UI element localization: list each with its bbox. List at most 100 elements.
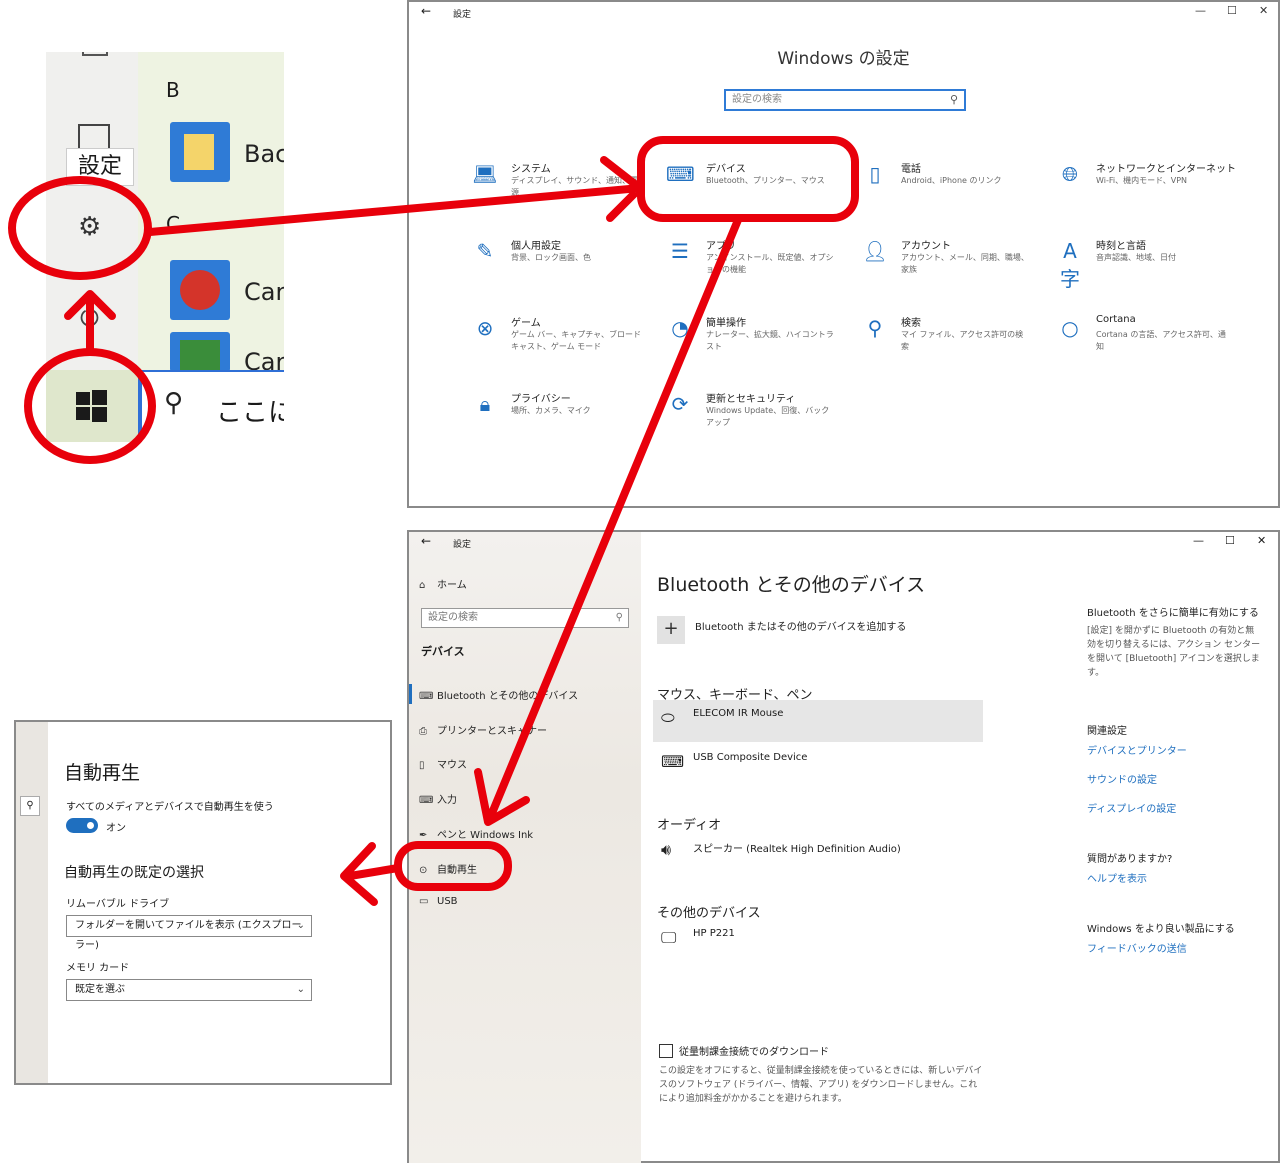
back-arrow-icon[interactable]: ← xyxy=(421,534,431,548)
link-sound-settings[interactable]: サウンドの設定 xyxy=(1087,771,1157,786)
sidebar-item-autoplay[interactable]: ⊙ 自動再生 xyxy=(419,861,477,876)
memory-card-select[interactable]: 既定を選ぶ ⌄ xyxy=(66,979,312,1001)
person-icon: 👤︎ xyxy=(862,239,888,263)
category-name: 電話 xyxy=(901,164,921,175)
search-icon[interactable]: ⚲ xyxy=(20,796,40,816)
documents-icon[interactable] xyxy=(82,52,108,56)
sidebar-item-home[interactable]: ⌂ ホーム xyxy=(419,576,467,591)
power-icon[interactable]: ⏻ xyxy=(80,304,99,332)
close-button[interactable]: ✕ xyxy=(1259,4,1268,17)
link-devices-printers[interactable]: デバイスとプリンター xyxy=(1087,742,1187,757)
category-cortana[interactable]: ○ Cortana Cortana の言語、アクセス許可、通知 xyxy=(1056,314,1236,374)
tip-title: Bluetooth をさらに簡単に有効にする xyxy=(1087,608,1259,619)
sidebar-item-label: 入力 xyxy=(437,795,457,806)
xbox-icon: ⊗ xyxy=(476,316,494,340)
app-tile-backup[interactable] xyxy=(170,122,230,182)
mouse-icon: ⬭ xyxy=(661,708,675,727)
category-time-language[interactable]: A字 時刻と言語 音声認識、地域、日付 xyxy=(1056,237,1236,297)
device-row[interactable]: 🔊︎ スピーカー (Realtek High Definition Audio) xyxy=(653,832,983,874)
app-tile-candy-2[interactable] xyxy=(170,332,230,372)
metered-download-label[interactable]: 従量制課金接続でのダウンロード xyxy=(679,1043,829,1058)
category-name: 検索 xyxy=(901,318,921,329)
autoplay-toggle[interactable] xyxy=(66,818,98,833)
search-icon: ⚲ xyxy=(867,316,883,340)
sidebar-item-label: ペンと Windows Ink xyxy=(437,830,534,841)
category-desc: ディスプレイ、サウンド、通知、電源 xyxy=(511,176,638,197)
category-devices[interactable]: ⌨ デバイス Bluetooth、プリンター、マウス xyxy=(666,160,846,220)
window-title: 設定 xyxy=(453,10,472,20)
category-desc: 場所、カメラ、マイク xyxy=(511,406,591,415)
windows-start-icon[interactable] xyxy=(76,390,108,422)
add-device-label[interactable]: Bluetooth またはその他のデバイスを追加する xyxy=(695,618,906,633)
pictures-icon[interactable] xyxy=(78,124,110,150)
sidebar-item-pen[interactable]: ✒ ペンと Windows Ink xyxy=(419,826,533,841)
category-privacy[interactable]: 🔒︎ プライバシー 場所、カメラ、マイク xyxy=(471,390,651,450)
category-name: デバイス xyxy=(706,164,746,175)
sidebar-strip: ⚲ xyxy=(16,722,48,1083)
search-icon: ⚲ xyxy=(949,93,958,106)
category-name: Cortana xyxy=(1096,314,1136,325)
back-arrow-icon[interactable]: ← xyxy=(421,4,431,18)
sidebar-item-typing[interactable]: ⌨ 入力 xyxy=(419,791,457,806)
sidebar-section-title: デバイス xyxy=(421,645,465,658)
category-name: ネットワークとインターネット xyxy=(1096,164,1236,175)
category-update-security[interactable]: ⟳ 更新とセキュリティ Windows Update、回復、バックアップ xyxy=(666,390,846,450)
removable-drive-select[interactable]: フォルダーを開いてファイルを表示 (エクスプローラー) ⌄ xyxy=(66,915,312,951)
sidebar-item-printers[interactable]: ⎙ プリンターとスキャナー xyxy=(419,722,547,737)
sidebar-item-mouse[interactable]: ▯ マウス xyxy=(419,756,467,771)
laptop-icon: 💻︎ xyxy=(472,162,498,186)
device-name: USB Composite Device xyxy=(693,752,808,763)
sidebar-item-label: USB xyxy=(437,896,458,907)
add-device-button[interactable]: + xyxy=(657,616,685,644)
category-name: 個人用設定 xyxy=(511,241,561,252)
app-label-backup[interactable]: Bacl xyxy=(244,140,284,168)
device-row[interactable]: ⌨ USB Composite Device xyxy=(653,744,983,786)
category-ease-of-access[interactable]: ◔ 簡単操作 ナレーター、拡大鏡、ハイコントラスト xyxy=(666,314,846,374)
search-placeholder: 設定の検索 xyxy=(428,612,478,623)
improve-title: Windows をより良い製品にする xyxy=(1087,924,1235,935)
category-desc: マイ ファイル、アクセス許可の検索 xyxy=(901,330,1024,351)
gear-icon[interactable]: ⚙ xyxy=(78,212,101,242)
device-row[interactable]: 🖵︎ HP P221 xyxy=(653,920,983,962)
defaults-heading: 自動再生の既定の選択 xyxy=(64,865,204,881)
category-accounts[interactable]: 👤︎ アカウント アカウント、メール、同期、職場、家族 xyxy=(861,237,1041,297)
settings-search-input[interactable]: 設定の検索 ⚲ xyxy=(724,89,966,111)
devices-main: — ☐ ✕ Bluetooth とその他のデバイス + Bluetooth また… xyxy=(641,532,1278,1161)
category-desc: ナレーター、拡大鏡、ハイコントラスト xyxy=(706,330,834,351)
maximize-button[interactable]: ☐ xyxy=(1225,534,1235,547)
category-personalization[interactable]: ✎ 個人用設定 背景、ロック画面、色 xyxy=(471,237,651,297)
selected-value: 既定を選ぶ xyxy=(75,984,125,995)
metered-download-desc: この設定をオフにすると、従量制課金接続を使っているときには、新しいデバイスのソフ… xyxy=(659,1066,983,1104)
paint-icon: ✎ xyxy=(476,239,494,263)
close-button[interactable]: ✕ xyxy=(1257,534,1266,547)
usb-icon: ▭ xyxy=(419,896,429,907)
toggle-knob xyxy=(87,822,94,829)
category-system[interactable]: 💻︎ システム ディスプレイ、サウンド、通知、電源 xyxy=(471,160,651,220)
section-other-devices: その他のデバイス xyxy=(657,906,761,921)
category-gaming[interactable]: ⊗ ゲーム ゲーム バー、キャプチャ、ブロードキャスト、ゲーム モード xyxy=(471,314,651,374)
category-apps[interactable]: ☰ アプリ アンインストール、既定値、オプションの機能 xyxy=(666,237,846,297)
minimize-button[interactable]: — xyxy=(1195,4,1206,17)
maximize-button[interactable]: ☐ xyxy=(1227,4,1237,17)
device-row[interactable]: ⬭ ELECOM IR Mouse xyxy=(653,700,983,742)
minimize-button[interactable]: — xyxy=(1193,534,1204,547)
taskbar-search-text: ここに入 xyxy=(216,398,284,428)
sidebar-item-usb[interactable]: ▭ USB xyxy=(419,896,458,907)
link-feedback[interactable]: フィードバックの送信 xyxy=(1087,940,1187,955)
app-tile-candy-1[interactable] xyxy=(170,260,230,320)
search-icon: ⚲ xyxy=(615,612,623,623)
sidebar-search-input[interactable]: 設定の検索 ⚲ xyxy=(421,608,629,628)
app-label-candy-1[interactable]: Can xyxy=(244,278,284,306)
category-network[interactable]: 🌐︎ ネットワークとインターネット Wi-Fi、機内モード、VPN xyxy=(1056,160,1256,220)
metered-download-checkbox[interactable] xyxy=(659,1044,673,1058)
category-phone[interactable]: ▯ 電話 Android、iPhone のリンク xyxy=(861,160,1041,220)
taskbar-search-box[interactable]: ⚲ ここに入 xyxy=(138,370,284,442)
time-language-icon: A字 xyxy=(1060,239,1080,291)
sidebar-item-bluetooth[interactable]: ⌨ Bluetooth とその他のデバイス xyxy=(419,687,578,702)
link-display-settings[interactable]: ディスプレイの設定 xyxy=(1087,800,1176,815)
link-get-help[interactable]: ヘルプを表示 xyxy=(1087,870,1147,885)
sidebar-item-label: Bluetooth とその他のデバイス xyxy=(437,691,579,702)
category-search[interactable]: ⚲ 検索 マイ ファイル、アクセス許可の検索 xyxy=(861,314,1041,374)
start-menu-crop: B 設定 ⚙ C ⏻ Bacl Can Can ⚲ ここに入 xyxy=(46,52,284,442)
letter-b-header: B xyxy=(166,78,180,102)
